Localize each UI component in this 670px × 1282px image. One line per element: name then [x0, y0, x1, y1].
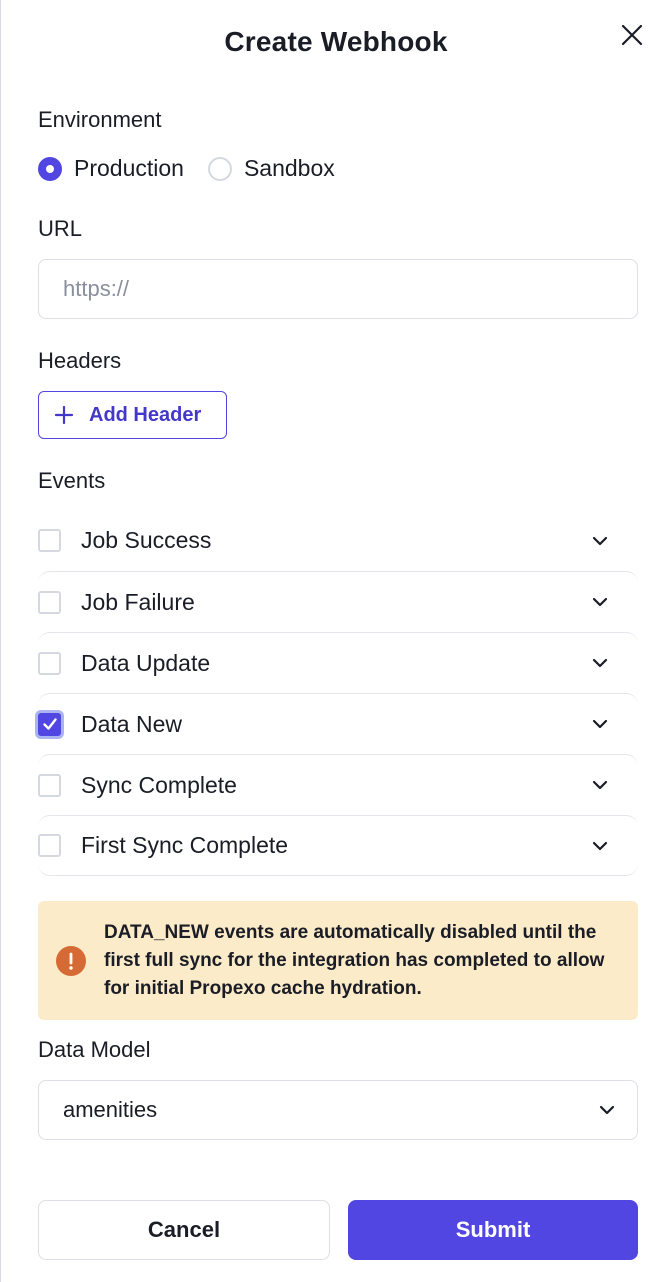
event-row-job-success: Job Success — [38, 510, 638, 571]
event-label: First Sync Complete — [81, 832, 289, 858]
radio-sandbox-label: Sandbox — [243, 155, 335, 181]
event-row-first-sync-complete: First Sync Complete — [38, 815, 638, 876]
chevron-down-icon[interactable] — [590, 592, 610, 612]
chevron-down-icon[interactable] — [590, 653, 610, 673]
event-row-sync-complete: Sync Complete — [38, 754, 638, 815]
data-model-value: amenities — [63, 1097, 158, 1122]
event-checkbox-job-success[interactable] — [38, 529, 61, 552]
event-checkbox-job-failure[interactable] — [38, 590, 61, 614]
event-label: Job Success — [81, 527, 212, 553]
environment-radio-group: Production Sandbox — [38, 155, 359, 182]
dialog-title: Create Webhook — [224, 26, 448, 57]
radio-sandbox[interactable] — [207, 156, 232, 181]
submit-button[interactable]: Submit — [348, 1200, 638, 1260]
environment-option-sandbox[interactable]: Sandbox — [207, 155, 335, 182]
radio-production-label: Production — [74, 155, 184, 181]
event-label: Data New — [81, 710, 182, 737]
add-header-button[interactable]: Add Header — [38, 391, 227, 439]
event-row-data-new: Data New — [38, 693, 638, 754]
event-checkbox-data-new[interactable] — [38, 712, 61, 736]
data-model-select[interactable]: amenities — [38, 1080, 638, 1140]
checkmark-icon — [42, 718, 57, 730]
create-webhook-dialog: Create Webhook Environment Production Sa… — [0, 0, 670, 1282]
chevron-down-icon[interactable] — [590, 531, 610, 551]
chevron-down-icon[interactable] — [590, 714, 610, 734]
plus-icon — [54, 405, 74, 425]
environment-label: Environment — [38, 107, 162, 132]
event-label: Data Update — [81, 649, 211, 676]
chevron-down-icon — [599, 1105, 615, 1115]
event-row-data-update: Data Update — [38, 632, 638, 693]
close-icon[interactable] — [617, 20, 647, 50]
chevron-down-icon[interactable] — [590, 836, 610, 856]
exclamation-icon — [56, 945, 86, 976]
url-input[interactable] — [38, 259, 638, 319]
data-model-label: Data Model — [38, 1037, 151, 1062]
data-new-warning-alert: DATA_NEW events are automatically disabl… — [38, 901, 638, 1020]
url-label: URL — [38, 216, 83, 241]
headers-label: Headers — [38, 348, 122, 373]
events-label: Events — [38, 468, 106, 493]
event-label: Sync Complete — [81, 771, 237, 798]
event-checkbox-data-update[interactable] — [38, 651, 61, 675]
chevron-down-icon[interactable] — [590, 775, 610, 795]
environment-option-production[interactable]: Production — [38, 155, 184, 182]
cancel-button[interactable]: Cancel — [38, 1200, 330, 1260]
event-row-job-failure: Job Failure — [38, 571, 638, 632]
radio-production[interactable] — [38, 156, 62, 181]
add-header-label: Add Header — [89, 403, 202, 426]
event-checkbox-sync-complete[interactable] — [38, 773, 61, 797]
alert-message: DATA_NEW events are automatically disabl… — [104, 921, 605, 999]
event-checkbox-first-sync-complete[interactable] — [38, 834, 61, 857]
events-list: Job Success Job Failure Data Update Data… — [38, 510, 638, 876]
event-label: Job Failure — [81, 588, 195, 615]
